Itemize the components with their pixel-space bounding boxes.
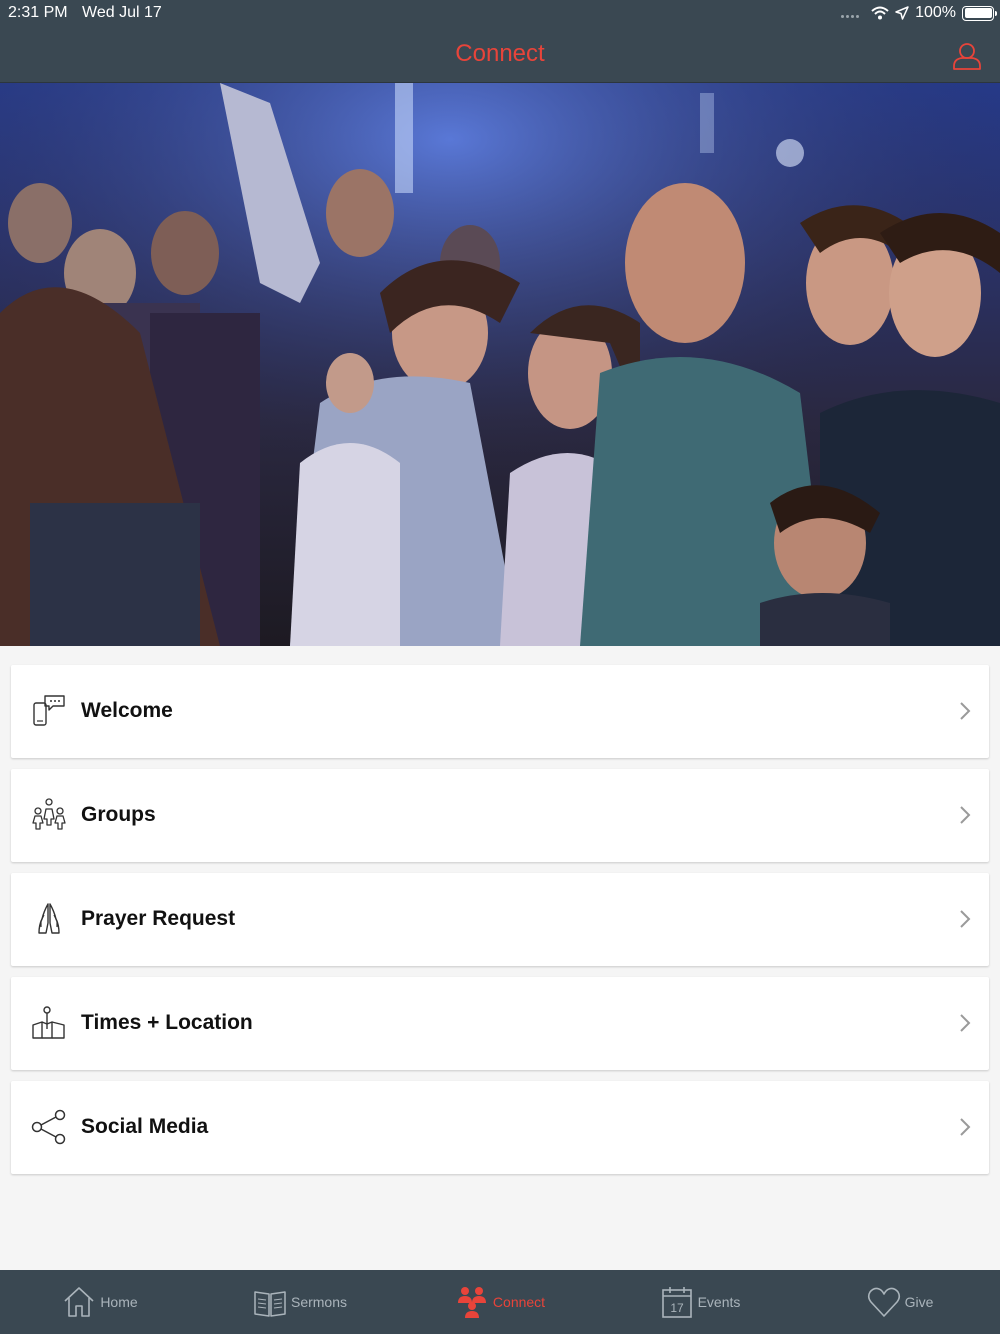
chevron-right-icon	[960, 1014, 971, 1032]
share-icon	[31, 1109, 66, 1145]
connect-menu: Welcome Groups Prayer Request Times + Lo…	[11, 665, 989, 1185]
chevron-right-icon	[960, 806, 971, 824]
menu-item-groups[interactable]: Groups	[11, 769, 989, 862]
tab-home[interactable]: Home	[0, 1270, 200, 1334]
status-left: 2:31 PM Wed Jul 17	[8, 4, 172, 22]
menu-item-social-media[interactable]: Social Media	[11, 1081, 989, 1174]
menu-label: Groups	[81, 803, 156, 826]
groups-icon	[32, 798, 66, 830]
profile-icon[interactable]	[952, 41, 982, 71]
tab-events[interactable]: 17 Events	[600, 1270, 800, 1334]
menu-item-welcome[interactable]: Welcome	[11, 665, 989, 758]
tab-label: Events	[697, 1294, 741, 1310]
wifi-icon	[871, 6, 889, 20]
tab-label: Sermons	[290, 1294, 348, 1310]
location-arrow-icon	[895, 6, 909, 20]
signal-icon	[841, 14, 860, 18]
home-icon	[64, 1287, 94, 1317]
heart-icon	[867, 1287, 900, 1317]
battery-icon	[962, 5, 997, 21]
chevron-right-icon	[960, 910, 971, 928]
hero-image	[0, 83, 1000, 646]
status-bar: 2:31 PM Wed Jul 17 100%	[0, 0, 1000, 27]
menu-label: Social Media	[81, 1115, 209, 1138]
worship-photo	[0, 83, 1000, 646]
calendar-day: 17	[670, 1301, 684, 1315]
menu-label: Prayer Request	[81, 907, 236, 930]
menu-item-times-location[interactable]: Times + Location	[11, 977, 989, 1070]
status-right: 100%	[841, 4, 997, 22]
page-title: Connect	[455, 40, 545, 67]
calendar-icon: 17	[661, 1287, 692, 1318]
people-icon	[457, 1287, 486, 1318]
tab-label: Give	[904, 1294, 934, 1310]
tab-label: Home	[100, 1294, 138, 1310]
chevron-right-icon	[960, 702, 971, 720]
phone-chat-icon	[33, 695, 65, 726]
status-date: Wed Jul 17	[82, 4, 162, 21]
chevron-right-icon	[960, 1118, 971, 1136]
tab-connect[interactable]: Connect	[400, 1270, 600, 1334]
menu-item-prayer-request[interactable]: Prayer Request	[11, 873, 989, 966]
map-pin-icon	[32, 1006, 65, 1039]
menu-label: Welcome	[81, 699, 173, 722]
tab-give[interactable]: Give	[800, 1270, 1000, 1334]
battery-percent: 100%	[915, 4, 956, 21]
tab-label: Connect	[492, 1294, 546, 1310]
status-time: 2:31 PM	[8, 4, 68, 21]
nav-bar: Connect	[0, 27, 1000, 83]
menu-label: Times + Location	[81, 1011, 253, 1034]
tab-bar: Home Sermons Connect 17 Events Give	[0, 1270, 1000, 1334]
tab-sermons[interactable]: Sermons	[200, 1270, 400, 1334]
book-icon	[254, 1291, 286, 1317]
praying-hands-icon	[38, 903, 60, 934]
